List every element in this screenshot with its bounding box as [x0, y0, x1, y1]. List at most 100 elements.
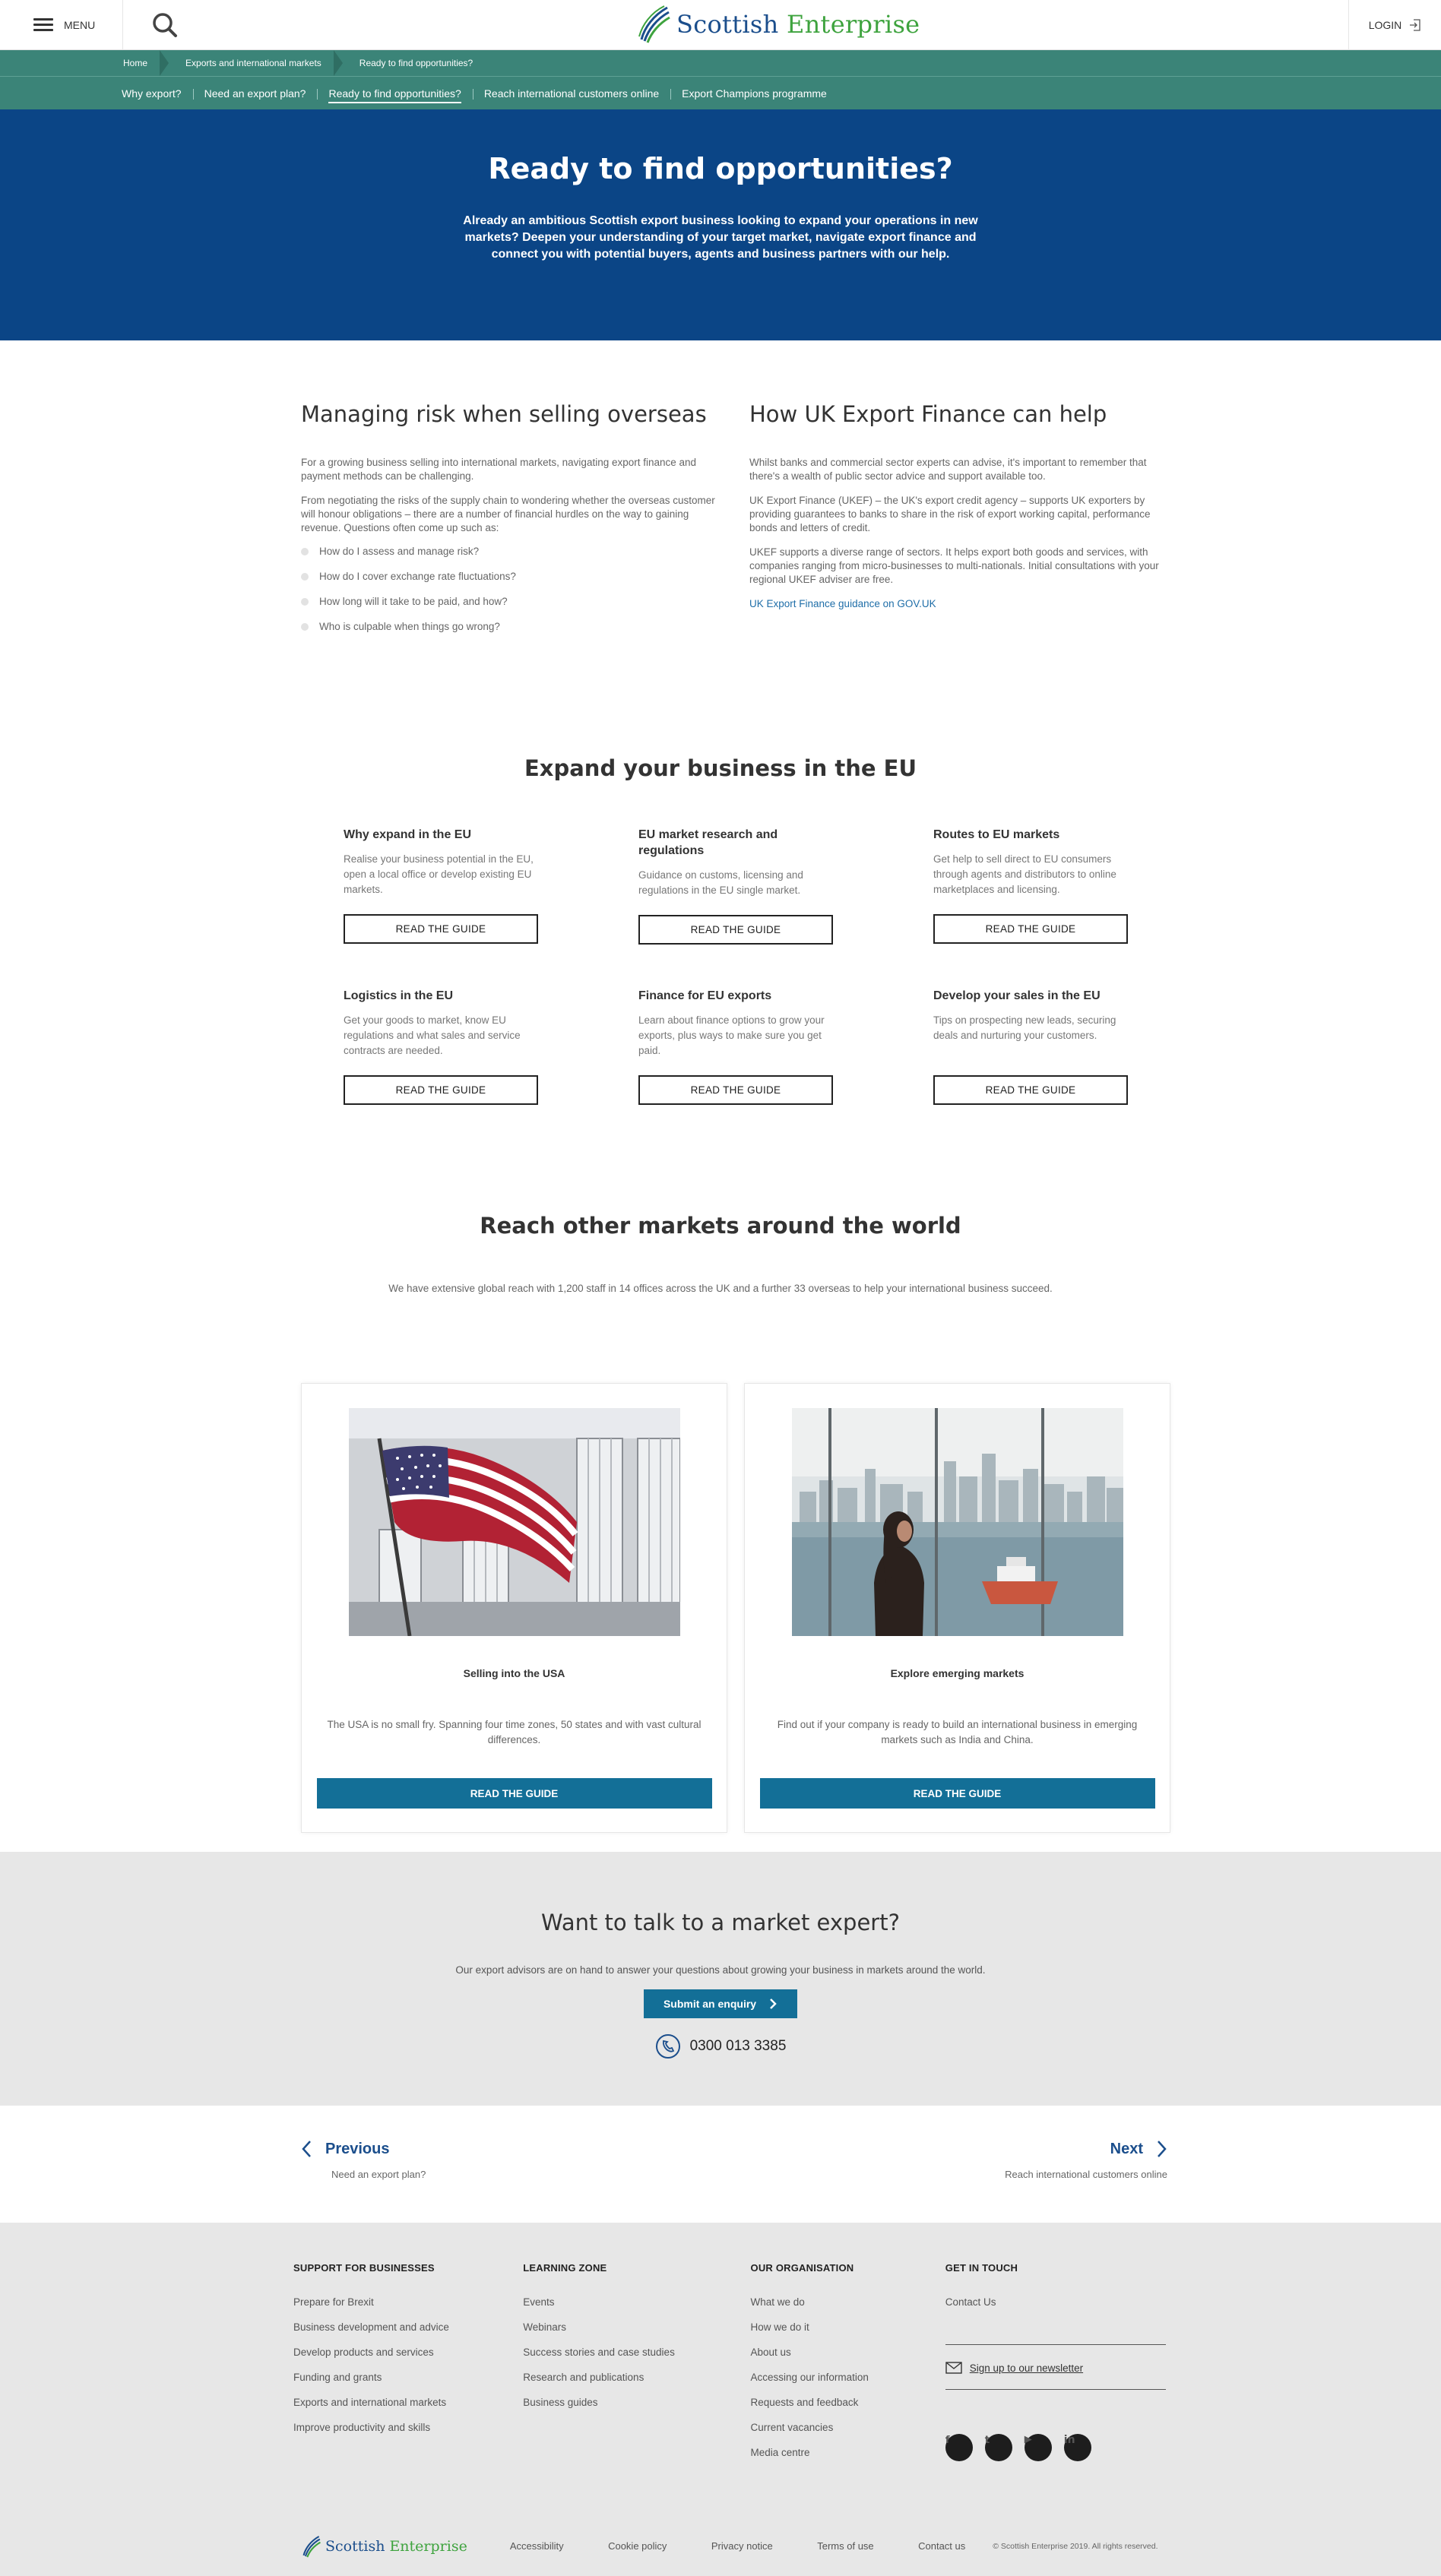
ukef-paragraph-3: UKEF supports a diverse range of sectors… [749, 546, 1159, 585]
chevron-left-icon [302, 2141, 311, 2157]
reach-section-title: Reach other markets around the world [480, 1213, 961, 1239]
footer-col-organisation: OUR ORGANISATION What we do How we do it… [751, 2262, 945, 2475]
read-guide-button[interactable]: READ THE GUIDE [933, 1075, 1128, 1105]
footer-logo[interactable]: Scottish Enterprise [301, 2534, 467, 2559]
subnav-reach-online[interactable]: Reach international customers online [472, 87, 670, 100]
subnav-why-export[interactable]: Why export? [122, 87, 193, 100]
submit-enquiry-button[interactable]: Submit an enquiry [643, 1989, 798, 2018]
linkedin-icon[interactable]: in [1063, 2434, 1091, 2461]
list-item: How long will it take to be paid, and ho… [301, 596, 719, 607]
next-label: Next [1110, 2140, 1143, 2157]
card-title: EU market research and regulations [638, 828, 778, 857]
read-guide-button[interactable]: READ THE GUIDE [638, 915, 833, 945]
subnav-export-plan[interactable]: Need an export plan? [192, 87, 318, 100]
youtube-icon[interactable]: ▶ [1024, 2434, 1052, 2461]
footer-heading: OUR ORGANISATION [750, 2262, 854, 2274]
read-guide-button[interactable]: READ THE GUIDE [759, 1778, 1155, 1809]
footer-link[interactable]: Contact Us [945, 2296, 1175, 2308]
privacy-notice-link[interactable]: Privacy notice [711, 2540, 773, 2552]
card-text: The USA is no small fry. Spanning four t… [327, 1719, 701, 1745]
footer-link[interactable]: How we do it [751, 2321, 945, 2333]
logo-text: Scottish Enterprise [676, 10, 920, 39]
footer-link[interactable]: Events [523, 2296, 750, 2308]
logo-swoosh-icon [638, 5, 670, 43]
eu-section-title: Expand your business in the EU [524, 755, 917, 781]
footer-link[interactable]: Accessing our information [751, 2372, 945, 2383]
usa-flag-image [348, 1408, 681, 1637]
footer-link[interactable]: Exports and international markets [293, 2397, 523, 2408]
footer-link[interactable]: Research and publications [523, 2372, 750, 2383]
breadcrumb-exports[interactable]: Exports and international markets [147, 50, 321, 76]
eu-card-why-expand: Why expand in the EU Realise your busine… [344, 827, 538, 988]
finance-section: Managing risk when selling overseas For … [301, 401, 1167, 646]
read-guide-button[interactable]: READ THE GUIDE [344, 1075, 538, 1105]
card-title: Selling into the USA [463, 1667, 565, 1679]
footer-link[interactable]: About us [751, 2347, 945, 2358]
enquiry-label: Submit an enquiry [663, 1998, 757, 2010]
read-guide-button[interactable]: READ THE GUIDE [344, 914, 538, 944]
site-logo[interactable]: Scottish Enterprise [637, 5, 920, 44]
menu-button[interactable]: MENU [0, 0, 123, 50]
login-button[interactable]: LOGIN [1348, 0, 1441, 50]
ukef-guidance-link[interactable]: UK Export Finance guidance on GOV.UK [749, 598, 936, 609]
eu-card-market-research: EU market research and regulations Guida… [638, 827, 833, 988]
footer-link[interactable]: Funding and grants [293, 2372, 523, 2383]
contact-us-link[interactable]: Contact us [918, 2540, 965, 2552]
search-button[interactable] [123, 0, 207, 50]
footer-link[interactable]: Success stories and case studies [523, 2347, 750, 2358]
next-page-title: Reach international customers online [1005, 2169, 1167, 2180]
subnav-find-opportunities[interactable]: Ready to find opportunities? [317, 87, 472, 103]
footer-link[interactable]: Current vacancies [751, 2422, 945, 2433]
ukef-heading: How UK Export Finance can help [749, 401, 1107, 427]
facebook-icon[interactable]: f [945, 2434, 973, 2461]
newsletter-signup-link[interactable]: Sign up to our newsletter [945, 2344, 1166, 2390]
accessibility-link[interactable]: Accessibility [510, 2540, 564, 2552]
footer-link[interactable]: Develop products and services [293, 2347, 523, 2358]
footer-heading: LEARNING ZONE [523, 2262, 607, 2274]
page-title: Ready to find opportunities? [488, 152, 953, 185]
section-nav: Why export? Need an export plan? Ready t… [0, 76, 1441, 109]
terms-of-use-link[interactable]: Terms of use [817, 2540, 873, 2552]
risk-column: Managing risk when selling overseas For … [301, 401, 719, 646]
footer-link[interactable]: Requests and feedback [751, 2397, 945, 2408]
cookie-policy-link[interactable]: Cookie policy [608, 2540, 667, 2552]
footer-link[interactable]: Business guides [523, 2397, 750, 2408]
card-text: Guidance on customs, licensing and regul… [638, 869, 803, 896]
card-text: Get your goods to market, know EU regula… [344, 1014, 521, 1056]
footer-col-support: SUPPORT FOR BUSINESSES Prepare for Brexi… [293, 2262, 523, 2475]
eu-card-logistics: Logistics in the EU Get your goods to ma… [344, 988, 538, 1149]
footer-link[interactable]: Webinars [523, 2321, 750, 2333]
footer-link[interactable]: Prepare for Brexit [293, 2296, 523, 2308]
read-guide-button[interactable]: READ THE GUIDE [933, 914, 1128, 944]
eu-card-finance: Finance for EU exports Learn about finan… [638, 988, 833, 1149]
list-item: How do I assess and manage risk? [301, 546, 719, 557]
phone-contact[interactable]: 0300 013 3385 [0, 2033, 1441, 2059]
footer-logo-word2: Enterprise [389, 2538, 467, 2555]
footer-link[interactable]: Media centre [751, 2447, 945, 2458]
footer-link[interactable]: Improve productivity and skills [293, 2422, 523, 2433]
risk-paragraph-2: From negotiating the risks of the supply… [301, 495, 715, 533]
previous-label: Previous [325, 2140, 390, 2157]
breadcrumb-home[interactable]: Home [123, 50, 147, 76]
footer-link[interactable]: Business development and advice [293, 2321, 523, 2333]
newsletter-label: Sign up to our newsletter [969, 2362, 1084, 2374]
previous-link[interactable]: Previous Need an export plan? [301, 2140, 426, 2180]
subnav-export-champions[interactable]: Export Champions programme [670, 87, 838, 100]
next-link[interactable]: Next Reach international customers onlin… [1005, 2140, 1167, 2181]
expert-title: Want to talk to a market expert? [541, 1910, 900, 1935]
ukef-paragraph-1: Whilst banks and commercial sector exper… [749, 457, 1147, 482]
search-icon [153, 12, 177, 37]
market-card-usa: Selling into the USA The USA is no small… [301, 1383, 727, 1833]
card-text: Learn about finance options to grow your… [638, 1014, 825, 1056]
footer-link[interactable]: What we do [751, 2296, 945, 2308]
twitter-icon[interactable]: t [984, 2434, 1012, 2461]
card-title: Why expand in the EU [344, 828, 472, 841]
risk-heading: Managing risk when selling overseas [301, 401, 707, 427]
breadcrumb-current: Ready to find opportunities? [321, 50, 473, 76]
chevron-right-icon [770, 1998, 777, 2009]
read-guide-button[interactable]: READ THE GUIDE [316, 1778, 712, 1809]
list-item: How do I cover exchange rate fluctuation… [301, 571, 719, 582]
footer-bottom-bar: Scottish Enterprise Accessibility Cookie … [301, 2534, 1175, 2559]
read-guide-button[interactable]: READ THE GUIDE [638, 1075, 833, 1105]
copyright: © Scottish Enterprise 2019. All rights r… [993, 2542, 1158, 2551]
